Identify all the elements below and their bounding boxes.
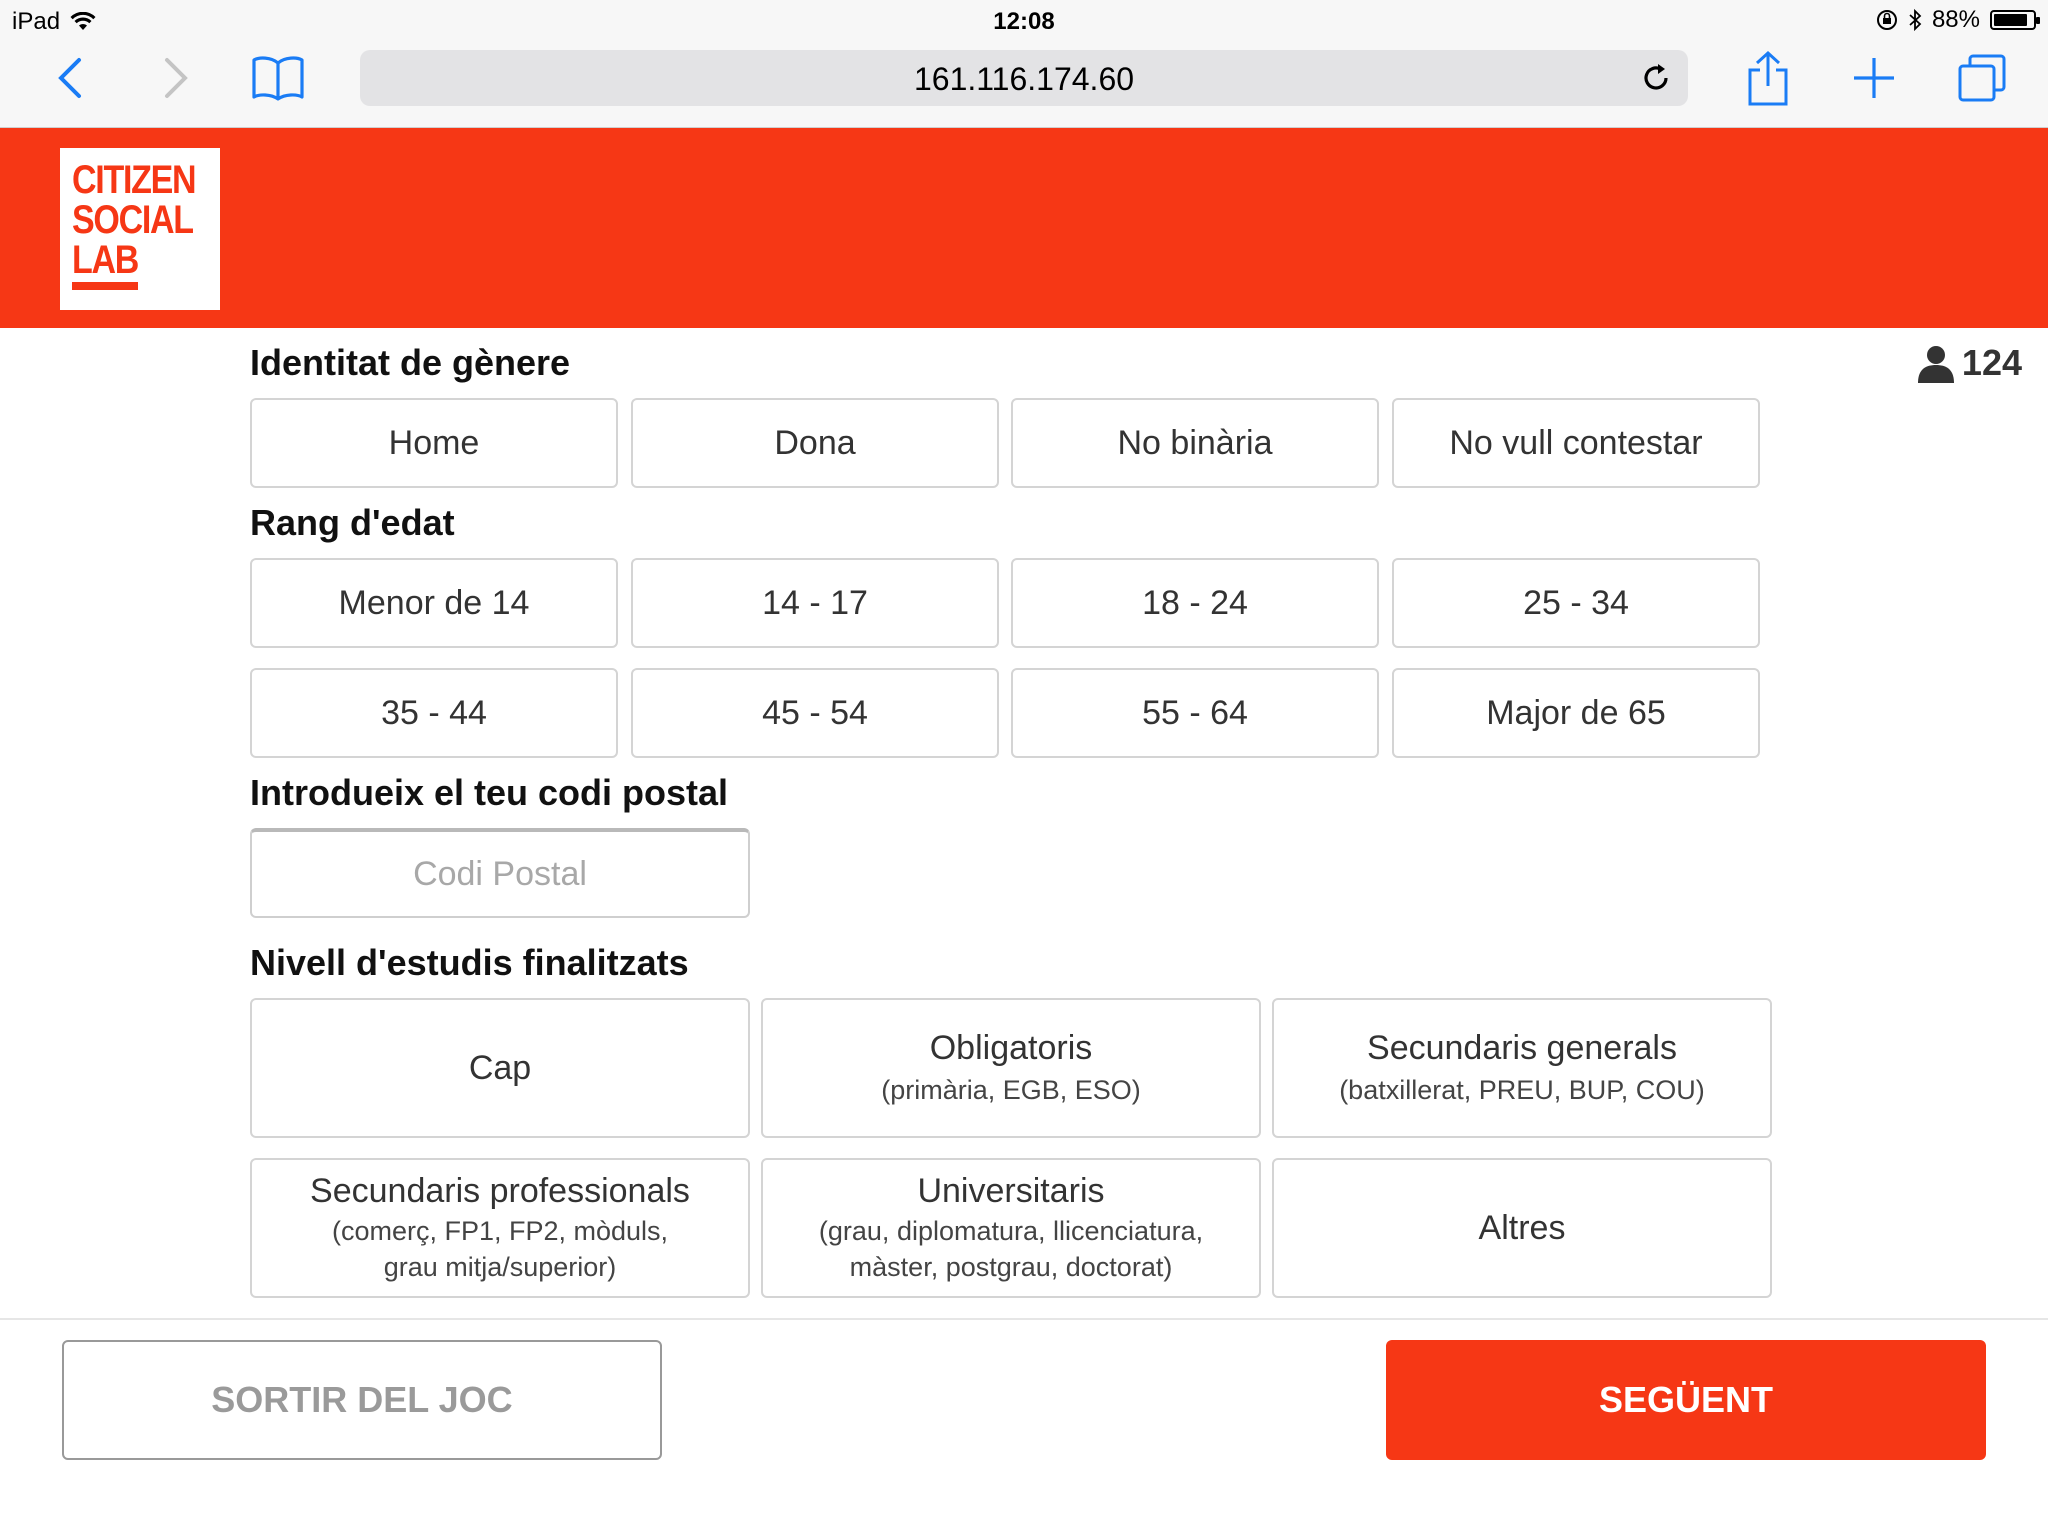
option-label: Major de 65: [1486, 693, 1666, 732]
forward-button[interactable]: [148, 50, 204, 106]
gender-option-home[interactable]: Home: [250, 398, 618, 488]
bookmarks-icon: [252, 56, 304, 101]
bluetooth-icon: [1909, 8, 1922, 32]
gender-title: Identitat de gènere: [250, 342, 571, 383]
option-label: Home: [388, 423, 480, 462]
battery-icon: [1990, 10, 2040, 30]
tabs-icon: [1958, 54, 2006, 102]
option-label: Menor de 14: [338, 583, 530, 622]
status-bar: iPad 12:08 88%: [0, 0, 2048, 40]
logo-line-2: SOCIAL: [72, 198, 194, 242]
survey-form: 124 Identitat de gènere Home Dona No bin…: [0, 328, 2048, 1318]
person-icon: [1917, 346, 1954, 383]
option-detail: (batxillerat, PREU, BUP, COU): [1339, 1074, 1705, 1105]
postal-title: Introdueix el teu codi postal: [250, 772, 729, 813]
education-option-altres[interactable]: Altres: [1272, 1158, 1772, 1298]
reload-icon[interactable]: [1638, 60, 1674, 96]
education-option-universitaris[interactable]: Universitaris (grau, diplomatura, llicen…: [761, 1158, 1261, 1298]
rotation-lock-icon: [1876, 10, 1897, 30]
age-option-over-65[interactable]: Major de 65: [1392, 668, 1760, 758]
education-option-secundaris-generals[interactable]: Secundaris generals (batxillerat, PREU, …: [1272, 998, 1772, 1138]
age-option-55-64[interactable]: 55 - 64: [1011, 668, 1379, 758]
clock: 12:08: [993, 8, 1055, 35]
education-option-obligatoris[interactable]: Obligatoris (primària, EGB, ESO): [761, 998, 1261, 1138]
bookmarks-button[interactable]: [250, 50, 306, 106]
postal-code-input[interactable]: [250, 828, 750, 918]
option-label: 45 - 54: [762, 693, 868, 732]
age-option-35-44[interactable]: 35 - 44: [250, 668, 618, 758]
footer-bar: SORTIR DEL JOC SEGÜENT: [0, 1318, 2048, 1536]
option-label: 25 - 34: [1523, 583, 1629, 622]
option-label: No binària: [1117, 423, 1273, 462]
option-detail: (grau, diplomatura, llicenciatura,: [818, 1215, 1204, 1246]
education-title: Nivell d'estudis finalitzats: [250, 942, 689, 983]
option-label: Secundaris generals: [1367, 1028, 1677, 1067]
back-icon: [58, 58, 81, 98]
share-button[interactable]: [1740, 50, 1796, 106]
next-button[interactable]: SEGÜENT: [1386, 1340, 1986, 1460]
option-label: 14 - 17: [762, 583, 868, 622]
option-detail: (primària, EGB, ESO): [881, 1074, 1141, 1105]
age-option-25-34[interactable]: 25 - 34: [1392, 558, 1760, 648]
exit-game-button[interactable]: SORTIR DEL JOC: [62, 1340, 662, 1460]
gender-option-dona[interactable]: Dona: [631, 398, 999, 488]
option-label: Altres: [1478, 1208, 1566, 1247]
option-label: Universitaris: [917, 1171, 1105, 1210]
player-count-value: 124: [1961, 342, 2022, 383]
option-detail-2: grau mitja/superior): [383, 1251, 617, 1282]
education-option-secundaris-professionals[interactable]: Secundaris professionals (comerç, FP1, F…: [250, 1158, 750, 1298]
player-count: 124: [1916, 342, 2022, 384]
age-title: Rang d'edat: [250, 502, 455, 543]
tabs-button[interactable]: [1954, 50, 2010, 106]
battery-percent: 88%: [1931, 6, 1980, 33]
option-label: Secundaris professionals: [310, 1171, 690, 1210]
logo-line-3: LAB: [72, 238, 139, 282]
logo-line-1: CITIZEN: [72, 158, 197, 202]
option-label: No vull contestar: [1449, 423, 1703, 462]
age-option-under-14[interactable]: Menor de 14: [250, 558, 618, 648]
site-header: CITIZEN SOCIAL LAB: [0, 128, 2048, 328]
option-label: 18 - 24: [1142, 583, 1248, 622]
back-button[interactable]: [42, 50, 98, 106]
option-detail: (comerç, FP1, FP2, mòduls,: [331, 1215, 669, 1246]
gender-option-no-binaria[interactable]: No binària: [1011, 398, 1379, 488]
option-label: Obligatoris: [929, 1028, 1093, 1067]
browser-chrome: iPad 12:08 88% 161.116.174.60: [0, 0, 2048, 128]
address-bar[interactable]: 161.116.174.60: [360, 50, 1688, 106]
option-label: Dona: [774, 423, 856, 462]
option-label: Cap: [468, 1048, 532, 1087]
age-option-45-54[interactable]: 45 - 54: [631, 668, 999, 758]
new-tab-button[interactable]: [1846, 50, 1902, 106]
option-label: 35 - 44: [381, 693, 487, 732]
age-option-18-24[interactable]: 18 - 24: [1011, 558, 1379, 648]
logo-underline: [72, 282, 138, 290]
citizen-social-lab-logo[interactable]: CITIZEN SOCIAL LAB: [60, 148, 220, 310]
age-option-14-17[interactable]: 14 - 17: [631, 558, 999, 648]
forward-icon: [165, 58, 188, 98]
new-tab-icon: [1854, 58, 1894, 98]
education-option-cap[interactable]: Cap: [250, 998, 750, 1138]
url-text: 161.116.174.60: [913, 61, 1135, 97]
option-label: 55 - 64: [1142, 693, 1248, 732]
share-icon: [1748, 50, 1788, 106]
option-detail-2: màster, postgrau, doctorat): [849, 1251, 1173, 1282]
gender-option-no-contestar[interactable]: No vull contestar: [1392, 398, 1760, 488]
battery-level: [1994, 14, 2027, 26]
